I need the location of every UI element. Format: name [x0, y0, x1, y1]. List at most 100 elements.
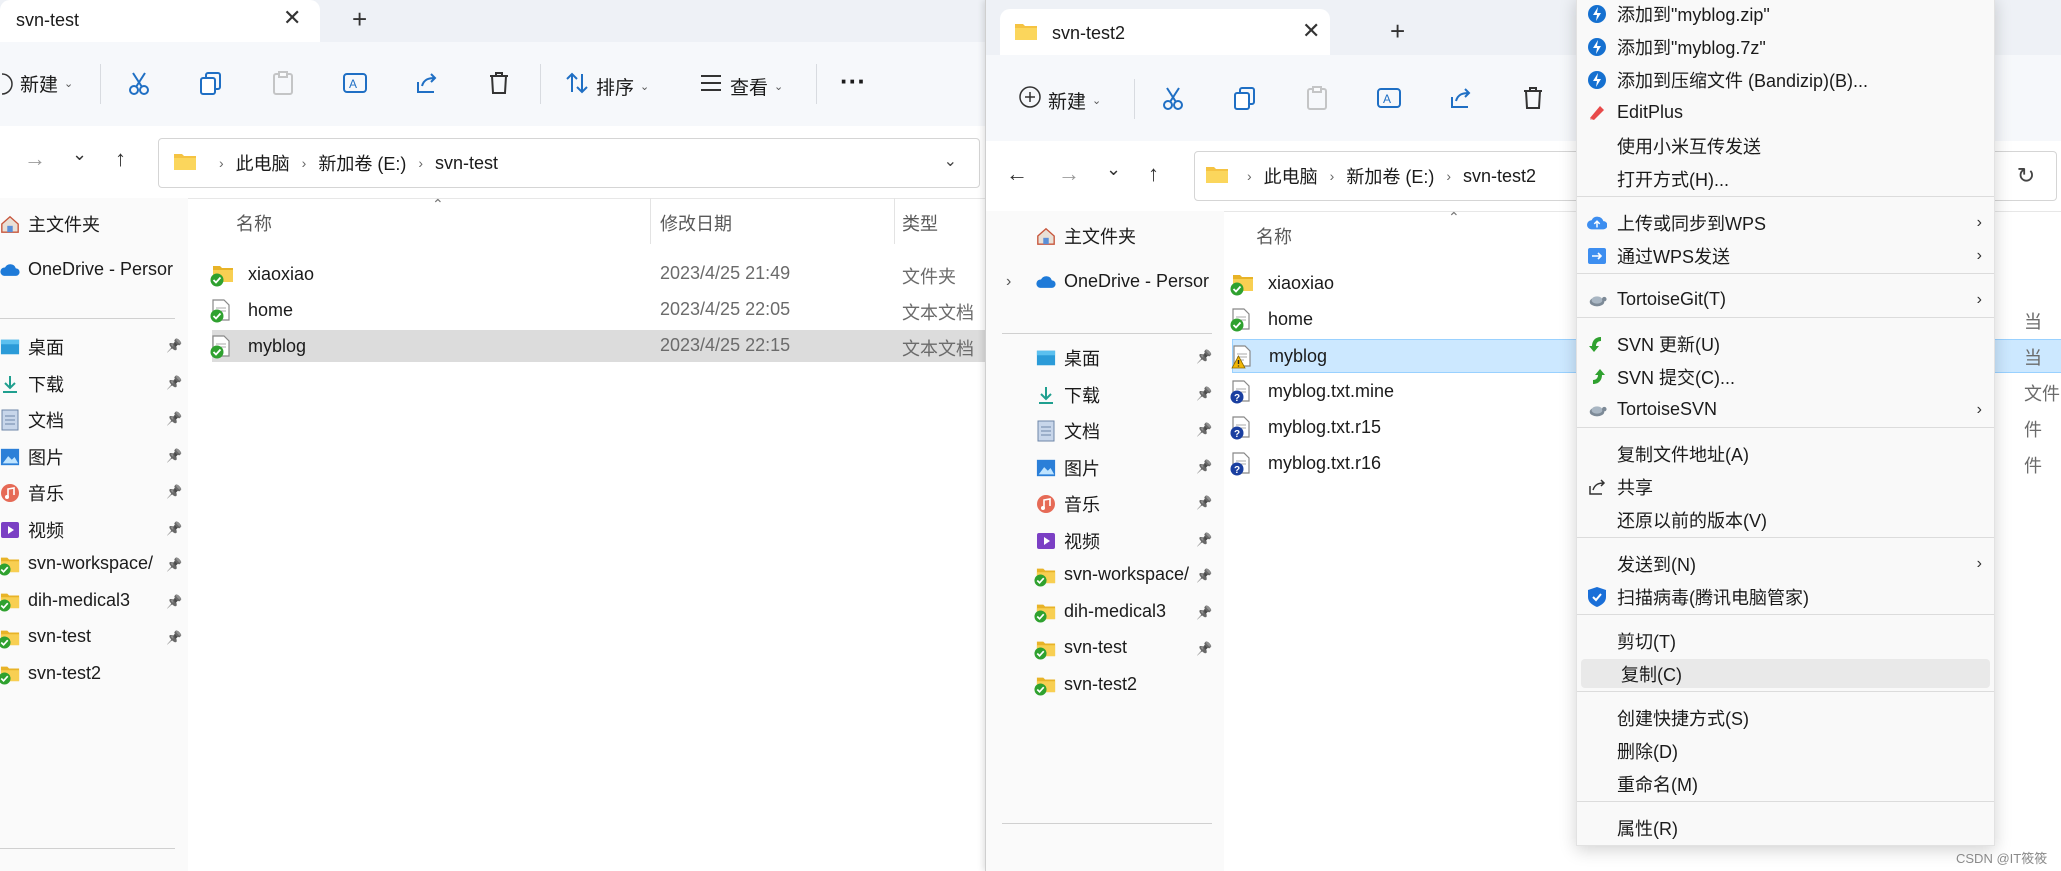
pin-icon[interactable]: 📌 [166, 375, 182, 391]
sidebar-item-home[interactable]: 主文件夹 [0, 211, 100, 237]
sidebar-item-onedrive[interactable]: OneDrive - Persor [1036, 271, 1209, 292]
sidebar-item-onedrive[interactable]: OneDrive - Persor [0, 259, 173, 280]
sidebar-item-svn-test[interactable]: svn-test [1034, 637, 1127, 660]
sidebar-item-videos[interactable]: 视频 [0, 517, 64, 543]
pin-icon[interactable]: 📌 [166, 484, 182, 500]
context-menu-item[interactable]: 上传或同步到WPS › [1577, 210, 1994, 235]
up-arrow-icon[interactable]: ↑ [1148, 161, 1159, 187]
sidebar-item-videos[interactable]: 视频 [1036, 528, 1100, 554]
breadcrumb-folder[interactable]: svn-test2 [1463, 166, 1536, 187]
context-menu-item[interactable]: 添加到"myblog.7z" [1577, 34, 1994, 59]
context-menu-item[interactable]: 创建快捷方式(S) [1577, 705, 1994, 730]
pin-icon[interactable]: 📌 [1196, 349, 1212, 365]
context-menu-item[interactable]: 打开方式(H)... [1577, 166, 1994, 191]
delete-button[interactable] [486, 70, 512, 102]
column-header-date[interactable]: 修改日期 [660, 210, 732, 236]
context-menu-item[interactable]: 复制(C) [1581, 659, 1990, 688]
back-arrow-icon[interactable]: ← [1006, 161, 1028, 187]
context-menu-item[interactable]: 通过WPS发送 › [1577, 243, 1994, 268]
cut-button[interactable] [1160, 85, 1186, 117]
sidebar-item-desktop[interactable]: 桌面 [0, 334, 64, 360]
pin-icon[interactable]: 📌 [1196, 605, 1212, 621]
sidebar-item-documents[interactable]: 文档 [1036, 418, 1100, 444]
close-icon[interactable]: ✕ [283, 5, 301, 31]
sidebar-item-svn-test[interactable]: svn-test [0, 626, 91, 649]
pin-icon[interactable]: 📌 [166, 594, 182, 610]
breadcrumb-this-pc[interactable]: 此电脑 [1264, 163, 1318, 189]
paste-button[interactable] [270, 70, 296, 102]
rename-button[interactable]: A [1376, 85, 1402, 117]
context-menu-item[interactable]: 扫描病毒(腾讯电脑管家) [1577, 584, 1994, 609]
cut-button[interactable] [126, 70, 152, 102]
context-menu-item[interactable]: 添加到"myblog.zip" [1577, 1, 1994, 26]
tab-svn-test[interactable]: svn-test ✕ [0, 0, 320, 42]
address-dropdown-icon[interactable]: ⌄ [944, 151, 957, 171]
share-button[interactable] [1448, 85, 1474, 117]
context-menu-item[interactable]: 发送到(N) › [1577, 551, 1994, 576]
pin-icon[interactable]: 📌 [1196, 386, 1212, 402]
sidebar-item-desktop[interactable]: 桌面 [1036, 345, 1100, 371]
context-menu-item[interactable]: TortoiseGit(T) › [1577, 287, 1994, 312]
context-menu-item[interactable]: EditPlus [1577, 100, 1994, 125]
expand-chevron-icon[interactable]: › [1006, 273, 1011, 291]
pin-icon[interactable]: 📌 [166, 630, 182, 646]
sidebar-item-downloads[interactable]: 下载 [0, 371, 64, 397]
breadcrumb-folder[interactable]: svn-test [435, 153, 498, 174]
forward-arrow-icon[interactable]: → [1058, 161, 1080, 187]
new-tab-icon[interactable]: + [352, 4, 367, 35]
new-button[interactable]: 新建 ⌄ [1018, 85, 1101, 115]
tab-svn-test2[interactable]: svn-test2 ✕ [1000, 9, 1330, 55]
sidebar-item-svn-test2[interactable]: svn-test2 [1034, 674, 1137, 696]
share-button[interactable] [414, 70, 440, 102]
sidebar-item-home[interactable]: 主文件夹 [1036, 223, 1136, 249]
refresh-button[interactable]: ↻ [1986, 151, 2057, 201]
sidebar-item-pictures[interactable]: 图片 [1036, 455, 1100, 481]
pin-icon[interactable]: 📌 [1196, 532, 1212, 548]
context-menu-item[interactable]: 复制文件地址(A) [1577, 441, 1994, 466]
context-menu-item[interactable]: 删除(D) [1577, 738, 1994, 763]
new-button[interactable]: 新建 ⌄ [0, 70, 73, 97]
sidebar-item-dih-medical3[interactable]: dih-medical3 [0, 590, 130, 612]
context-menu-item[interactable]: 共享 [1577, 474, 1994, 499]
new-tab-icon[interactable]: + [1390, 16, 1405, 47]
recent-locations-chevron-icon[interactable]: ⌄ [1106, 159, 1121, 180]
pin-icon[interactable]: 📌 [1196, 568, 1212, 584]
rename-button[interactable]: A [342, 70, 368, 102]
context-menu-item[interactable]: 添加到压缩文件 (Bandizip)(B)... [1577, 67, 1994, 92]
close-icon[interactable]: ✕ [1302, 18, 1320, 44]
sidebar-item-svn-workspace[interactable]: svn-workspace/ [0, 553, 153, 576]
column-header-name[interactable]: 名称 [236, 210, 272, 236]
sidebar-item-svn-test2[interactable]: svn-test2 [0, 663, 101, 685]
sidebar-item-downloads[interactable]: 下载 [1036, 382, 1100, 408]
sidebar-item-svn-workspace[interactable]: svn-workspace/ [1034, 564, 1189, 587]
context-menu-item[interactable]: SVN 更新(U) [1577, 331, 1994, 356]
recent-locations-chevron-icon[interactable]: ⌄ [72, 144, 87, 165]
sort-button[interactable]: 排序 ⌄ [564, 70, 649, 102]
breadcrumb-drive[interactable]: 新加卷 (E:) [318, 150, 406, 176]
pin-icon[interactable]: 📌 [166, 338, 182, 354]
file-row[interactable]: xiaoxiao [210, 258, 985, 290]
pin-icon[interactable]: 📌 [1196, 422, 1212, 438]
context-menu-item[interactable]: 剪切(T) [1577, 628, 1994, 653]
sidebar-item-pictures[interactable]: 图片 [0, 444, 64, 470]
context-menu-item[interactable]: 属性(R) [1577, 815, 1994, 840]
sidebar-item-dih-medical3[interactable]: dih-medical3 [1034, 601, 1166, 623]
forward-arrow-icon[interactable]: → [24, 146, 46, 172]
up-arrow-icon[interactable]: ↑ [115, 146, 126, 172]
file-row[interactable]: myblog [210, 330, 985, 362]
pin-icon[interactable]: 📌 [166, 448, 182, 464]
pin-icon[interactable]: 📌 [166, 411, 182, 427]
breadcrumb-this-pc[interactable]: 此电脑 [236, 150, 290, 176]
pin-icon[interactable]: 📌 [1196, 495, 1212, 511]
sidebar-item-documents[interactable]: 文档 [0, 407, 64, 433]
context-menu-item[interactable]: SVN 提交(C)... [1577, 364, 1994, 389]
more-options-button[interactable]: ··· [840, 66, 866, 97]
copy-button[interactable] [1232, 85, 1258, 117]
context-menu-item[interactable]: 还原以前的版本(V) [1577, 507, 1994, 532]
view-button[interactable]: 查看 ⌄ [698, 70, 783, 102]
copy-button[interactable] [198, 70, 224, 102]
column-header-type[interactable]: 类型 [902, 210, 938, 236]
column-header-name[interactable]: 名称 [1256, 223, 1292, 249]
pin-icon[interactable]: 📌 [1196, 641, 1212, 657]
paste-button[interactable] [1304, 85, 1330, 117]
